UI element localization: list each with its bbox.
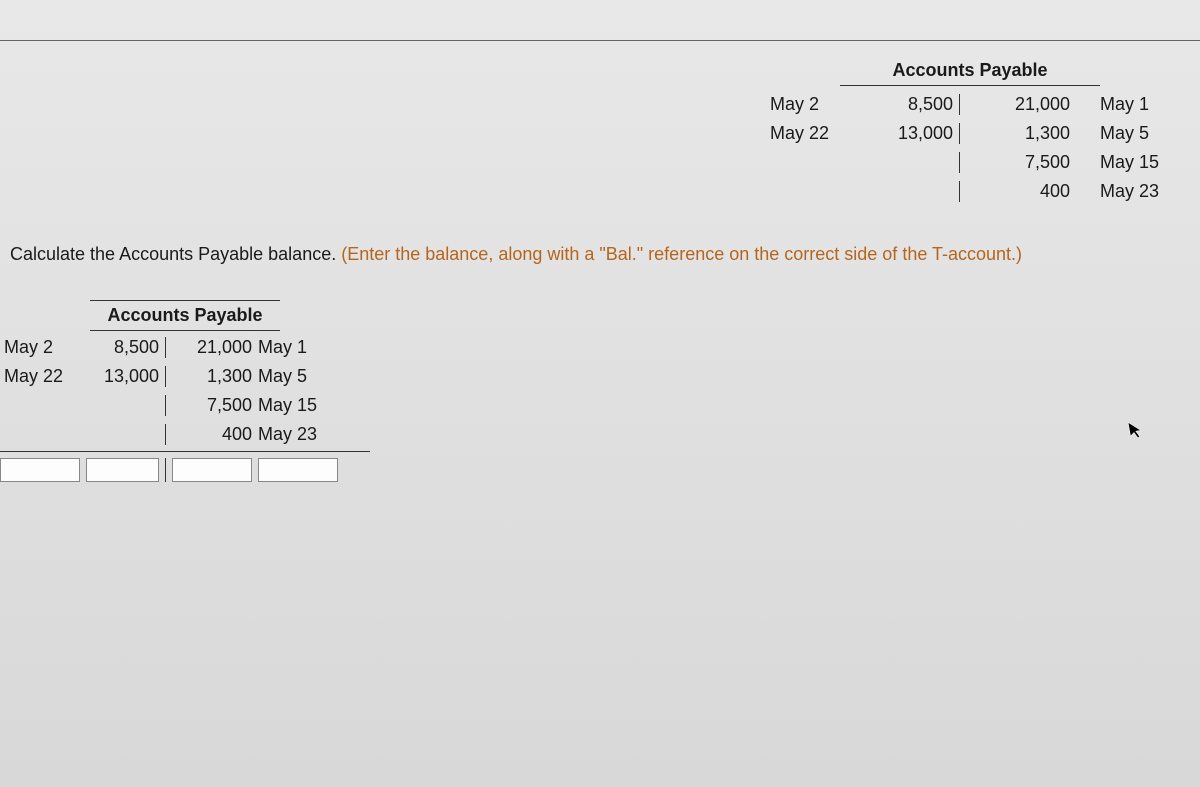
reference-title: Accounts Payable [840, 60, 1100, 86]
reference-t-account: Accounts Payable May 2 8,500 21,000 May … [770, 60, 1170, 202]
divider [0, 40, 1200, 41]
credit-date-input[interactable] [258, 458, 338, 482]
ref-credit-amount: 1,300 [980, 123, 1070, 144]
entry-credit-date: May 15 [258, 395, 338, 416]
instruction-text: Calculate the Accounts Payable balance. … [0, 240, 1200, 269]
entry-credit-amount: 7,500 [172, 395, 252, 416]
ref-debit-date [770, 181, 850, 202]
ref-debit-amount: 8,500 [870, 94, 960, 115]
entry-debit-amount: 13,000 [86, 366, 166, 387]
entry-debit-date [0, 424, 80, 445]
ref-debit-amount [870, 181, 960, 202]
reference-grid: May 2 8,500 21,000 May 1 May 22 13,000 1… [770, 94, 1170, 202]
entry-credit-date: May 5 [258, 366, 338, 387]
ref-debit-amount: 13,000 [870, 123, 960, 144]
ref-credit-date: May 23 [1090, 181, 1170, 202]
debit-date-input[interactable] [0, 458, 80, 482]
ref-credit-date: May 1 [1090, 94, 1170, 115]
ref-credit-amount: 7,500 [980, 152, 1070, 173]
ref-credit-amount: 400 [980, 181, 1070, 202]
entry-credit-amount: 1,300 [172, 366, 252, 387]
ref-debit-date: May 22 [770, 123, 850, 144]
debit-amount-input[interactable] [86, 458, 159, 482]
ref-debit-amount [870, 152, 960, 173]
entry-credit-date: May 23 [258, 424, 338, 445]
entry-input-row [0, 451, 370, 482]
entry-debit-date [0, 395, 80, 416]
entry-debit-date: May 22 [0, 366, 80, 387]
ref-debit-date [770, 152, 850, 173]
ref-credit-date: May 15 [1090, 152, 1170, 173]
entry-grid: May 2 8,500 21,000 May 1 May 22 13,000 1… [0, 337, 370, 445]
entry-credit-amount: 400 [172, 424, 252, 445]
entry-t-account: Accounts Payable May 2 8,500 21,000 May … [0, 300, 370, 482]
entry-debit-amount [86, 424, 166, 445]
instruction-hint: (Enter the balance, along with a "Bal." … [341, 244, 1022, 264]
entry-credit-amount: 21,000 [172, 337, 252, 358]
credit-amount-input[interactable] [172, 458, 252, 482]
ref-credit-amount: 21,000 [980, 94, 1070, 115]
ref-debit-date: May 2 [770, 94, 850, 115]
entry-debit-amount [86, 395, 166, 416]
instruction-main: Calculate the Accounts Payable balance. [10, 244, 341, 264]
entry-debit-date: May 2 [0, 337, 80, 358]
entry-title: Accounts Payable [90, 300, 280, 331]
entry-credit-date: May 1 [258, 337, 338, 358]
entry-debit-amount: 8,500 [86, 337, 166, 358]
ref-credit-date: May 5 [1090, 123, 1170, 144]
cursor-icon [1127, 419, 1147, 446]
